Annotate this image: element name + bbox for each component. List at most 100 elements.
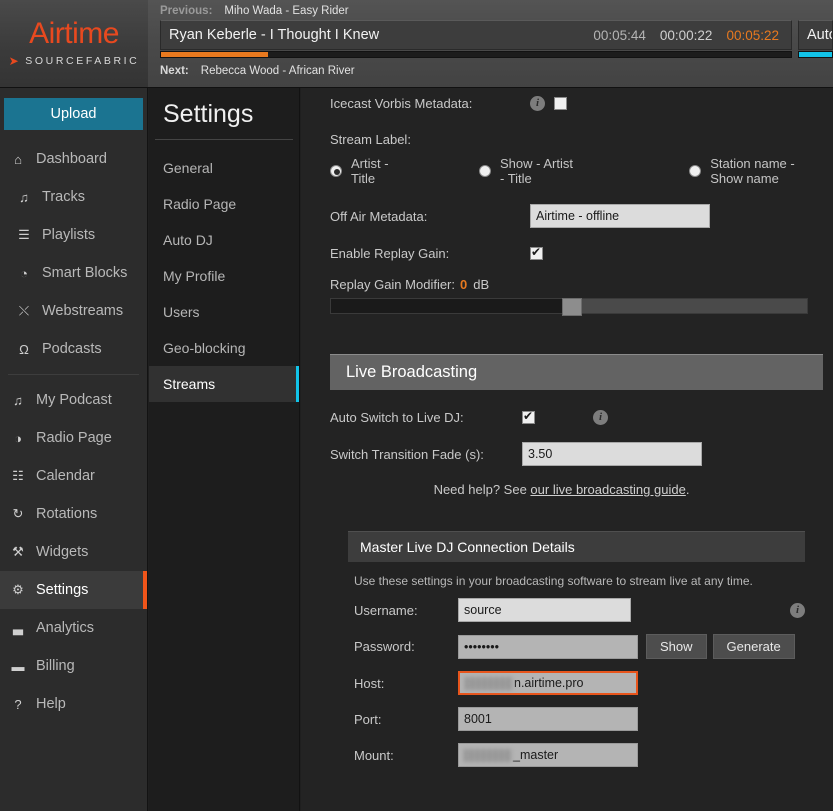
track-progress-bar[interactable] — [160, 51, 792, 58]
autodj-label: Auto DJ — [807, 27, 833, 43]
app-logo[interactable]: Airtime ➤ SOURCEFABRIC — [0, 0, 148, 88]
stream-label-option-2[interactable]: Station name - Show name — [689, 156, 823, 186]
settings-nav-general[interactable]: General — [149, 150, 299, 186]
bar-chart-icon: ▃ — [10, 620, 26, 636]
main-sidebar: Upload ⌂Dashboard ♫ Tracks ☰Playlists◔Smart… — [0, 88, 148, 811]
gain-modifier-label: Replay Gain Modifier: — [330, 277, 460, 292]
vorbis-metadata-checkbox[interactable] — [554, 97, 567, 110]
master-dj-heading: Master Live DJ Connection Details — [348, 531, 805, 562]
calendar-icon: ☷ — [10, 468, 26, 484]
settings-nav-label: My Profile — [163, 268, 225, 284]
auto-switch-checkbox[interactable] — [522, 411, 535, 424]
redacted-host-prefix — [465, 677, 513, 690]
autodj-box[interactable]: Auto DJ — [798, 20, 833, 50]
mount-value-suffix: _master — [513, 748, 558, 762]
stream-label-radio-2[interactable] — [689, 165, 701, 177]
sidebar-item-analytics[interactable]: ▃ Analytics — [0, 609, 147, 647]
headphones-icon: Ω — [16, 342, 32, 357]
transition-fade-input[interactable] — [522, 442, 702, 466]
sidebar-item-widgets[interactable]: ⚒Widgets — [0, 533, 147, 571]
stream-label-heading: Stream Label: — [320, 114, 833, 147]
logo-tagline: ➤ SOURCEFABRIC — [9, 54, 140, 68]
sidebar-item-rotations[interactable]: ↻Rotations — [0, 495, 147, 533]
stream-label-radio-1[interactable] — [479, 165, 491, 177]
vorbis-metadata-label: Icecast Vorbis Metadata: — [330, 96, 530, 111]
sidebar-item-settings[interactable]: ⚙Settings — [0, 571, 147, 609]
offair-metadata-label: Off Air Metadata: — [330, 209, 530, 224]
show-password-button[interactable]: Show — [646, 634, 707, 659]
stream-label-option-1[interactable]: Show - Artist - Title — [479, 156, 576, 186]
gain-modifier-slider[interactable] — [330, 298, 808, 314]
host-input[interactable]: n.airtime.pro — [458, 671, 638, 695]
sidebar-item-smart-blocks[interactable]: ◔Smart Blocks — [0, 254, 147, 292]
replay-gain-checkbox[interactable] — [530, 247, 543, 260]
mount-input[interactable]: _master — [458, 743, 638, 767]
stream-label-radio-0[interactable] — [330, 165, 342, 177]
track-progress-fill — [161, 52, 268, 57]
master-dj-panel: Master Live DJ Connection Details Use th… — [348, 531, 805, 779]
stream-settings-pane: Icecast Vorbis Metadata: i Stream Label:… — [320, 88, 833, 811]
port-label: Port: — [354, 712, 458, 727]
info-icon[interactable]: i — [530, 96, 545, 111]
sidebar-item-my-podcast[interactable]: ♫My Podcast — [0, 381, 147, 419]
settings-nav-geo-blocking[interactable]: Geo-blocking — [149, 330, 299, 366]
sidebar-item-tracks[interactable]: ♫ Tracks — [0, 178, 147, 216]
sidebar-item-calendar[interactable]: ☷Calendar — [0, 457, 147, 495]
logo-wordmark: Airtime — [29, 19, 119, 49]
redacted-mount-prefix — [464, 749, 512, 762]
briefcase-icon: ▬ — [10, 659, 26, 674]
replay-gain-row: Enable Replay Gain: — [320, 228, 833, 261]
refresh-icon: ↻ — [10, 506, 26, 522]
upload-button[interactable]: Upload — [4, 98, 143, 130]
clock-icon: ◔ — [16, 266, 32, 281]
sidebar-item-label: Help — [36, 696, 66, 712]
next-track-row: Next: Rebecca Wood - African River — [160, 58, 833, 80]
generate-password-button[interactable]: Generate — [713, 634, 795, 659]
port-input[interactable] — [458, 707, 638, 731]
mount-row: Mount: _master — [348, 743, 805, 779]
gain-slider-thumb[interactable] — [562, 298, 582, 316]
mount-label: Mount: — [354, 748, 458, 763]
transition-fade-row: Switch Transition Fade (s): — [330, 430, 823, 466]
password-input[interactable] — [458, 635, 638, 659]
sidebar-item-help[interactable]: ? Help — [0, 685, 147, 723]
auto-switch-row: Auto Switch to Live DJ: i — [330, 404, 823, 430]
offair-metadata-input[interactable] — [530, 204, 710, 228]
time-total: 00:05:22 — [726, 28, 779, 43]
username-input[interactable] — [458, 598, 631, 622]
settings-nav-radio-page[interactable]: Radio Page — [149, 186, 299, 222]
settings-nav-users[interactable]: Users — [149, 294, 299, 330]
sidebar-item-radio-page[interactable]: ◑Radio Page — [0, 419, 147, 457]
globe-icon: ◑ — [10, 431, 26, 446]
sidebar-item-webstreams[interactable]: ⤬Webstreams — [0, 292, 147, 330]
help-suffix: . — [686, 482, 690, 497]
sidebar-item-dashboard[interactable]: ⌂Dashboard — [0, 140, 147, 178]
sidebar-item-label: Tracks — [42, 189, 85, 205]
autodj-progress-bar[interactable] — [798, 51, 833, 58]
live-broadcasting-heading: Live Broadcasting — [330, 354, 823, 390]
info-icon[interactable]: i — [593, 410, 608, 425]
settings-nav-auto-dj[interactable]: Auto DJ — [149, 222, 299, 258]
sidebar-item-label: Analytics — [36, 620, 94, 636]
settings-nav-my-profile[interactable]: My Profile — [149, 258, 299, 294]
sidebar-item-podcasts[interactable]: ΩPodcasts — [0, 330, 147, 368]
sidebar-item-playlists[interactable]: ☰Playlists — [0, 216, 147, 254]
list-icon: ☰ — [16, 227, 32, 243]
sidebar-item-billing[interactable]: ▬Billing — [0, 647, 147, 685]
info-icon[interactable]: i — [790, 603, 805, 618]
settings-nav-label: Streams — [163, 376, 215, 392]
gain-slider-wrap — [320, 292, 833, 314]
help-line: Need help? See our live broadcasting gui… — [330, 466, 823, 497]
sidebar-divider — [8, 374, 139, 375]
transition-fade-label: Switch Transition Fade (s): — [330, 447, 522, 462]
live-broadcasting-guide-link[interactable]: our live broadcasting guide — [530, 482, 685, 497]
live-broadcasting-panel: Live Broadcasting Auto Switch to Live DJ… — [330, 354, 823, 779]
now-playing-box[interactable]: Ryan Keberle - I Thought I Knew 00:05:44… — [160, 20, 792, 50]
question-mark-icon: ? — [10, 697, 26, 712]
music-note-icon: ♫ — [16, 190, 32, 205]
vorbis-metadata-row: Icecast Vorbis Metadata: i — [320, 88, 833, 114]
settings-nav-label: General — [163, 160, 213, 176]
help-prefix: Need help? See — [434, 482, 531, 497]
stream-label-option-0[interactable]: Artist - Title — [330, 156, 395, 186]
settings-nav-streams[interactable]: Streams — [149, 366, 299, 402]
